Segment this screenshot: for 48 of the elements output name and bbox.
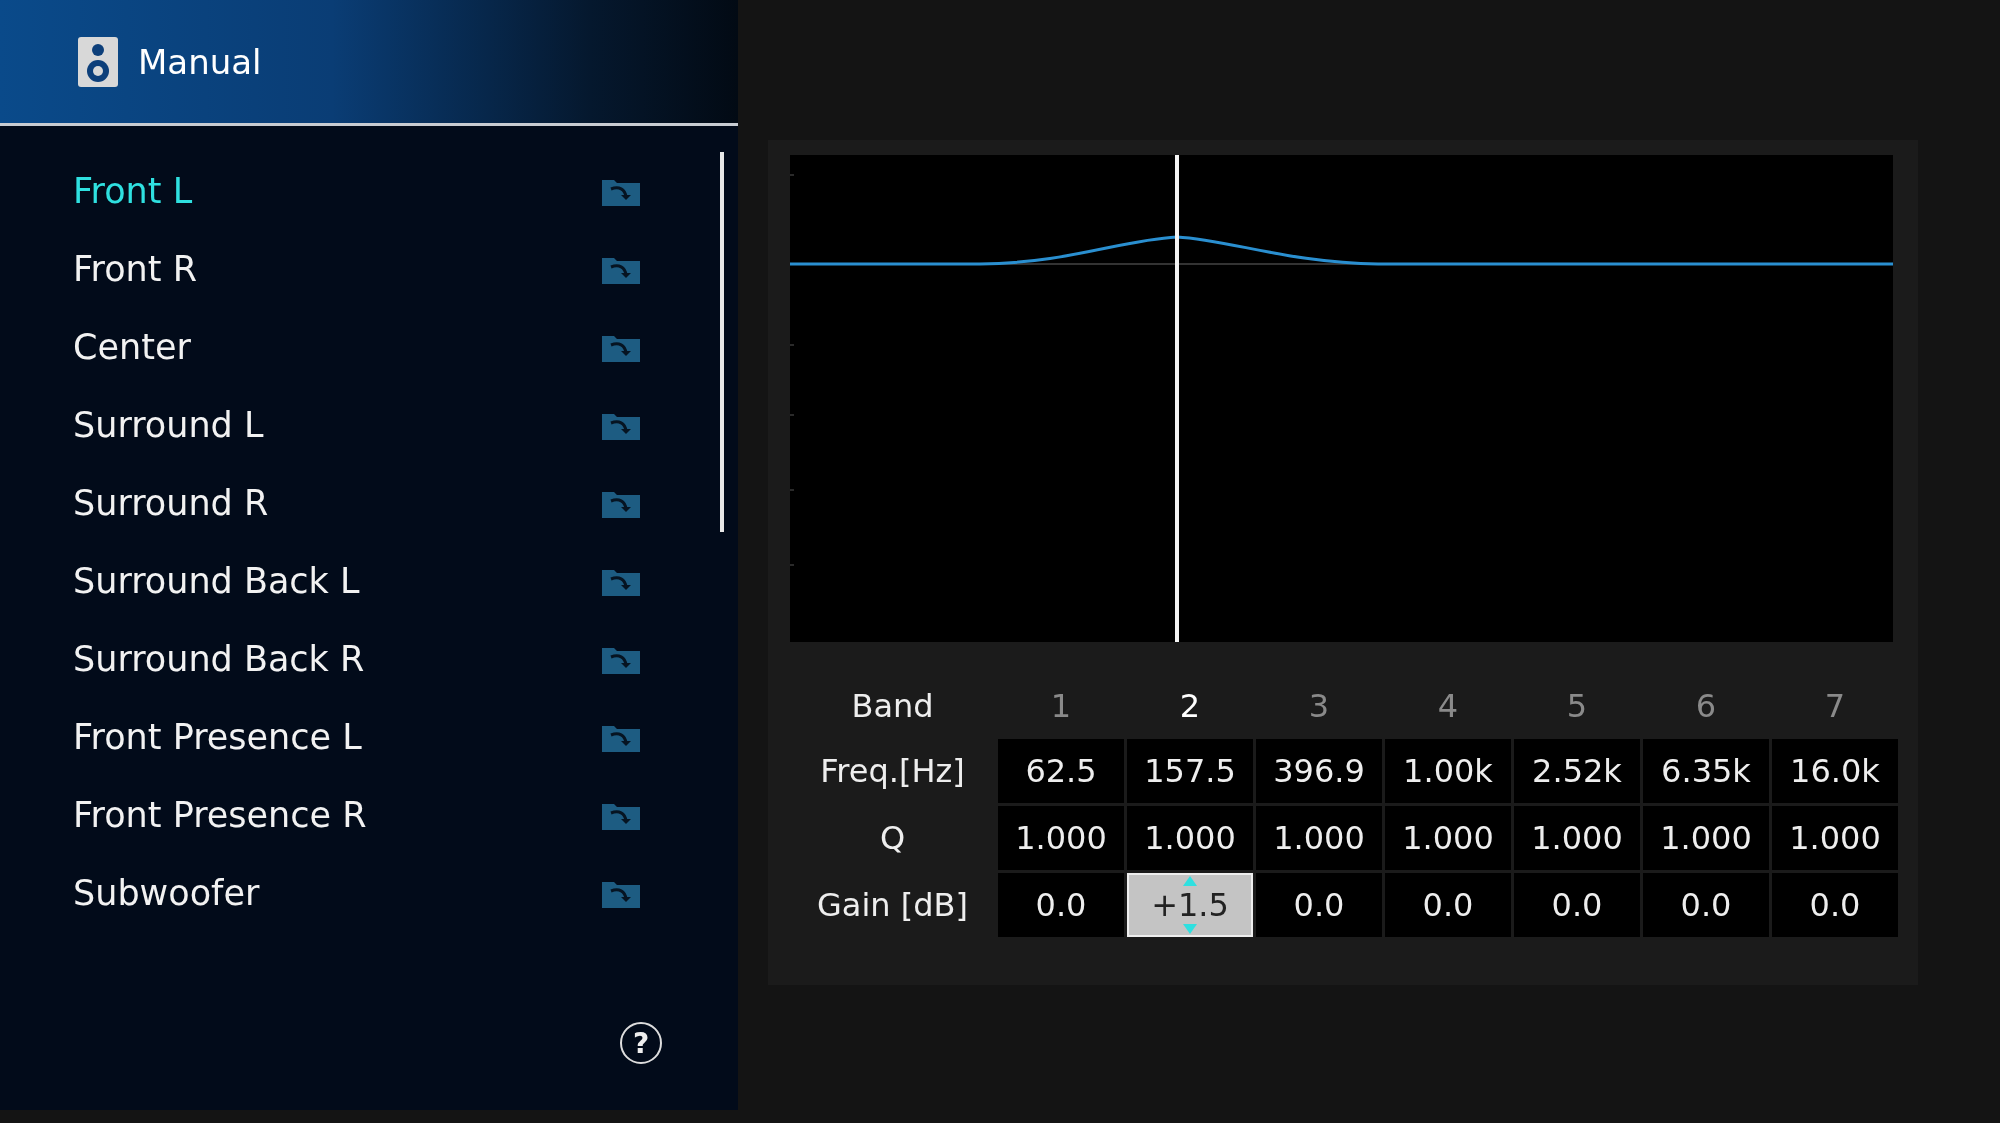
table-cell: 1.00k — [1385, 739, 1511, 803]
table-cell: 1.000 — [1127, 806, 1253, 870]
table-cell: 1.000 — [1256, 806, 1382, 870]
gain-cell[interactable]: 0.0 — [998, 873, 1124, 937]
channel-item[interactable]: Surround Back L — [0, 542, 720, 620]
row-label: Q — [878, 818, 907, 859]
band-number: 2 — [1178, 686, 1202, 727]
row-label: Band — [850, 686, 935, 727]
help-icon[interactable]: ? — [620, 1022, 662, 1064]
table-cell: 157.5 — [1127, 739, 1253, 803]
channel-item[interactable]: Front Presence R — [0, 776, 720, 854]
channel-item[interactable]: Front Presence L — [0, 698, 720, 776]
table-cell: 1.000 — [1514, 806, 1640, 870]
gain-cell[interactable]: 0.0 — [1643, 873, 1769, 937]
table-cell: 1.000 — [1772, 806, 1898, 870]
channel-item[interactable]: Subwoofer — [0, 854, 720, 932]
gain-cell[interactable]: 0.0 — [1256, 873, 1382, 937]
band-number: 4 — [1436, 686, 1460, 727]
gain-cell[interactable]: +1.5 — [1127, 873, 1253, 937]
channel-item[interactable]: Front R — [0, 230, 720, 308]
band-number: 6 — [1694, 686, 1718, 727]
table-cell: 6.35k — [1643, 739, 1769, 803]
row-label: Freq.[Hz] — [819, 751, 966, 792]
table-cell: 1.000 — [1643, 806, 1769, 870]
screen-title: Manual — [138, 41, 262, 82]
down-arrow-icon — [1183, 924, 1197, 934]
channel-item[interactable]: Surround Back R — [0, 620, 720, 698]
row-label: Gain [dB] — [816, 885, 969, 926]
speaker-icon — [78, 36, 118, 87]
channel-item[interactable]: Surround R — [0, 464, 720, 542]
table-cell: 16.0k — [1772, 739, 1898, 803]
table-cell: 396.9 — [1256, 739, 1382, 803]
gain-cell[interactable]: 0.0 — [1385, 873, 1511, 937]
band-number: 1 — [1049, 686, 1073, 727]
band-number: 3 — [1307, 686, 1331, 727]
table-cell: 1.000 — [998, 806, 1124, 870]
table-cell: 62.5 — [998, 739, 1124, 803]
band-number: 7 — [1823, 686, 1847, 727]
up-arrow-icon — [1183, 876, 1197, 886]
scrollbar[interactable] — [720, 152, 724, 532]
table-cell: 2.52k — [1514, 739, 1640, 803]
channel-item[interactable]: Center — [0, 308, 720, 386]
channel-item[interactable]: Surround L — [0, 386, 720, 464]
gain-cell[interactable]: 0.0 — [1772, 873, 1898, 937]
table-cell: 1.000 — [1385, 806, 1511, 870]
band-number: 5 — [1565, 686, 1589, 727]
gain-cell[interactable]: 0.0 — [1514, 873, 1640, 937]
channel-item[interactable]: Front L — [0, 152, 720, 230]
